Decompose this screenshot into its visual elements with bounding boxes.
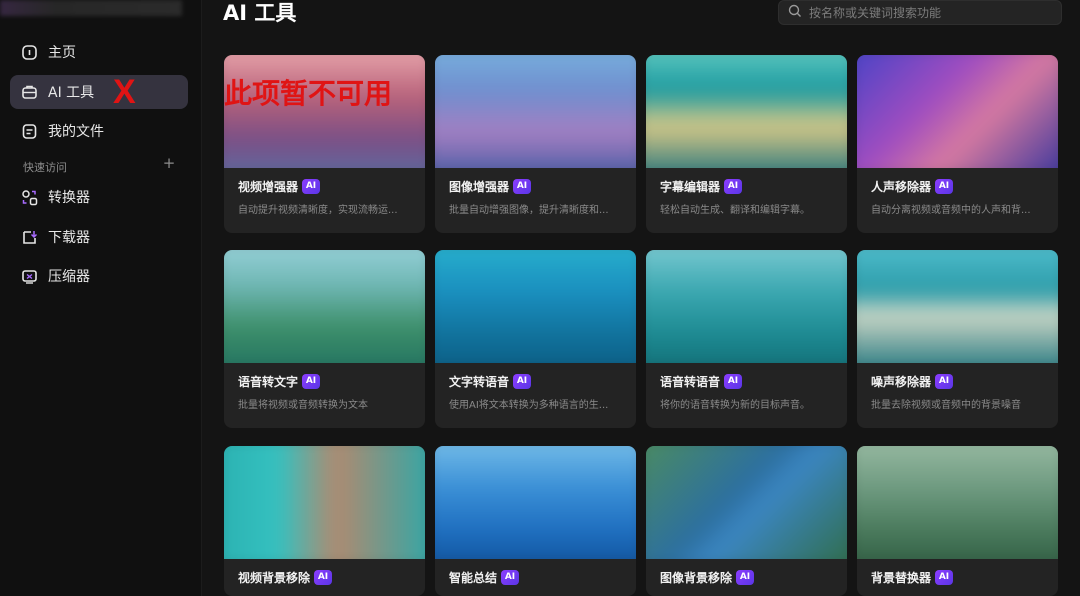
tool-description: 轻松自动生成、翻译和编辑字幕。 bbox=[660, 205, 810, 216]
ai-badge: AI bbox=[935, 374, 954, 389]
ai-badge: AI bbox=[935, 570, 954, 585]
search-icon bbox=[788, 3, 809, 22]
tool-title-row: 噪声移除器 AI bbox=[871, 373, 954, 390]
tool-thumbnail bbox=[435, 446, 636, 559]
tool-card[interactable]: 图像背景移除 AI bbox=[646, 446, 847, 596]
tool-description: 使用AI将文本转换为多种语言的生... bbox=[449, 400, 609, 411]
tool-title-row: 字幕编辑器 AI bbox=[660, 178, 743, 195]
tool-card[interactable]: 智能总结 AI bbox=[435, 446, 636, 596]
sidebar-item-my-files[interactable]: 我的文件 bbox=[10, 114, 188, 148]
ai-badge: AI bbox=[314, 570, 333, 585]
sidebar-item-label: 主页 bbox=[48, 45, 76, 61]
tool-card[interactable]: 人声移除器 AI 自动分离视频或音频中的人声和背... bbox=[857, 55, 1058, 233]
tool-description: 批量自动增强图像，提升清晰度和... bbox=[449, 205, 609, 216]
search-input[interactable] bbox=[809, 5, 1049, 20]
sidebar-item-label: 转换器 bbox=[48, 190, 90, 206]
toolbox-icon bbox=[21, 84, 38, 101]
search-box[interactable] bbox=[778, 0, 1062, 25]
tool-card[interactable]: 字幕编辑器 AI 轻松自动生成、翻译和编辑字幕。 bbox=[646, 55, 847, 233]
tool-thumbnail bbox=[435, 55, 636, 168]
tool-thumbnail bbox=[857, 55, 1058, 168]
tool-description: 将你的语音转换为新的目标声音。 bbox=[660, 400, 810, 411]
tool-title: 文字转语音 bbox=[449, 375, 510, 389]
tool-title-row: 文字转语音 AI bbox=[449, 373, 532, 390]
tool-card[interactable]: 文字转语音 AI 使用AI将文本转换为多种语言的生... bbox=[435, 250, 636, 428]
ai-badge: AI bbox=[513, 374, 532, 389]
tool-card[interactable]: 噪声移除器 AI 批量去除视频或音频中的背景噪音 bbox=[857, 250, 1058, 428]
sidebar-item-label: 压缩器 bbox=[48, 269, 90, 285]
tool-title-row: 视频背景移除 AI bbox=[238, 569, 333, 586]
tool-description: 批量将视频或音频转换为文本 bbox=[238, 400, 368, 411]
tool-title: 视频背景移除 bbox=[238, 571, 311, 585]
tool-title-row: 视频增强器 AI bbox=[238, 178, 321, 195]
ai-badge: AI bbox=[302, 374, 321, 389]
account-banner[interactable] bbox=[0, 0, 182, 16]
unavailable-annotation: 此项暂不可用 bbox=[224, 77, 393, 110]
tool-title-row: 图像背景移除 AI bbox=[660, 569, 755, 586]
tool-title: 视频增强器 bbox=[238, 180, 299, 194]
tool-title: 图像背景移除 bbox=[660, 571, 733, 585]
app-window: 主页 AI 工具 X 我的文件 快速访问 + 转换器 下载器 压缩器 AI 工具… bbox=[0, 0, 1080, 596]
tool-card[interactable]: 语音转语音 AI 将你的语音转换为新的目标声音。 bbox=[646, 250, 847, 428]
tool-title-row: 语音转文字 AI bbox=[238, 373, 321, 390]
ai-badge: AI bbox=[501, 570, 520, 585]
sidebar-item-converter[interactable]: 转换器 bbox=[10, 180, 188, 214]
quick-access-label: 快速访问 bbox=[23, 161, 67, 174]
tool-thumbnail bbox=[224, 250, 425, 363]
sidebar-item-downloader[interactable]: 下载器 bbox=[10, 220, 188, 254]
sidebar-item-label: 下载器 bbox=[48, 230, 90, 246]
sidebar: 主页 AI 工具 X 我的文件 快速访问 + 转换器 下载器 压缩器 bbox=[0, 0, 202, 596]
tool-thumbnail bbox=[857, 250, 1058, 363]
tool-thumbnail bbox=[224, 446, 425, 559]
tool-title-row: 人声移除器 AI bbox=[871, 178, 954, 195]
tool-card[interactable]: 背景替换器 AI bbox=[857, 446, 1058, 596]
tool-description: 批量去除视频或音频中的背景噪音 bbox=[871, 400, 1021, 411]
download-icon bbox=[21, 229, 38, 246]
tool-title-row: 背景替换器 AI bbox=[871, 569, 954, 586]
sidebar-item-label: AI 工具 bbox=[48, 85, 95, 101]
tool-title-row: 语音转语音 AI bbox=[660, 373, 743, 390]
file-icon bbox=[21, 123, 38, 140]
ai-badge: AI bbox=[513, 179, 532, 194]
tool-thumbnail bbox=[646, 446, 847, 559]
tool-title-row: 智能总结 AI bbox=[449, 569, 520, 586]
ai-badge: AI bbox=[724, 179, 743, 194]
tool-card[interactable]: 视频背景移除 AI bbox=[224, 446, 425, 596]
tool-title-row: 图像增强器 AI bbox=[449, 178, 532, 195]
sidebar-item-ai-tools[interactable]: AI 工具 bbox=[10, 75, 188, 109]
home-icon bbox=[21, 44, 38, 61]
sidebar-item-compressor[interactable]: 压缩器 bbox=[10, 259, 188, 293]
tool-card[interactable]: 图像增强器 AI 批量自动增强图像，提升清晰度和... bbox=[435, 55, 636, 233]
tool-title: 图像增强器 bbox=[449, 180, 510, 194]
ai-badge: AI bbox=[935, 179, 954, 194]
annotation-x-mark: X bbox=[113, 73, 136, 111]
tool-thumbnail bbox=[646, 250, 847, 363]
tool-title: 智能总结 bbox=[449, 571, 498, 585]
tool-description: 自动分离视频或音频中的人声和背... bbox=[871, 205, 1031, 216]
sidebar-item-label: 我的文件 bbox=[48, 124, 104, 140]
compress-icon bbox=[21, 268, 38, 285]
tool-title: 人声移除器 bbox=[871, 180, 932, 194]
ai-badge: AI bbox=[724, 374, 743, 389]
tool-title: 语音转语音 bbox=[660, 375, 721, 389]
tool-title: 字幕编辑器 bbox=[660, 180, 721, 194]
tool-thumbnail bbox=[435, 250, 636, 363]
tool-thumbnail bbox=[646, 55, 847, 168]
tool-title: 噪声移除器 bbox=[871, 375, 932, 389]
tool-title: 背景替换器 bbox=[871, 571, 932, 585]
tool-thumbnail bbox=[857, 446, 1058, 559]
page-title: AI 工具 bbox=[223, 1, 297, 25]
tool-title: 语音转文字 bbox=[238, 375, 299, 389]
add-quick-access-button[interactable]: + bbox=[162, 156, 176, 171]
scroll-track[interactable] bbox=[1068, 0, 1080, 596]
sidebar-item-home[interactable]: 主页 bbox=[10, 35, 188, 69]
tool-description: 自动提升视频清晰度，实现流畅运... bbox=[238, 205, 398, 216]
tool-card[interactable]: 语音转文字 AI 批量将视频或音频转换为文本 bbox=[224, 250, 425, 428]
ai-badge: AI bbox=[736, 570, 755, 585]
converter-icon bbox=[21, 189, 38, 206]
ai-badge: AI bbox=[302, 179, 321, 194]
